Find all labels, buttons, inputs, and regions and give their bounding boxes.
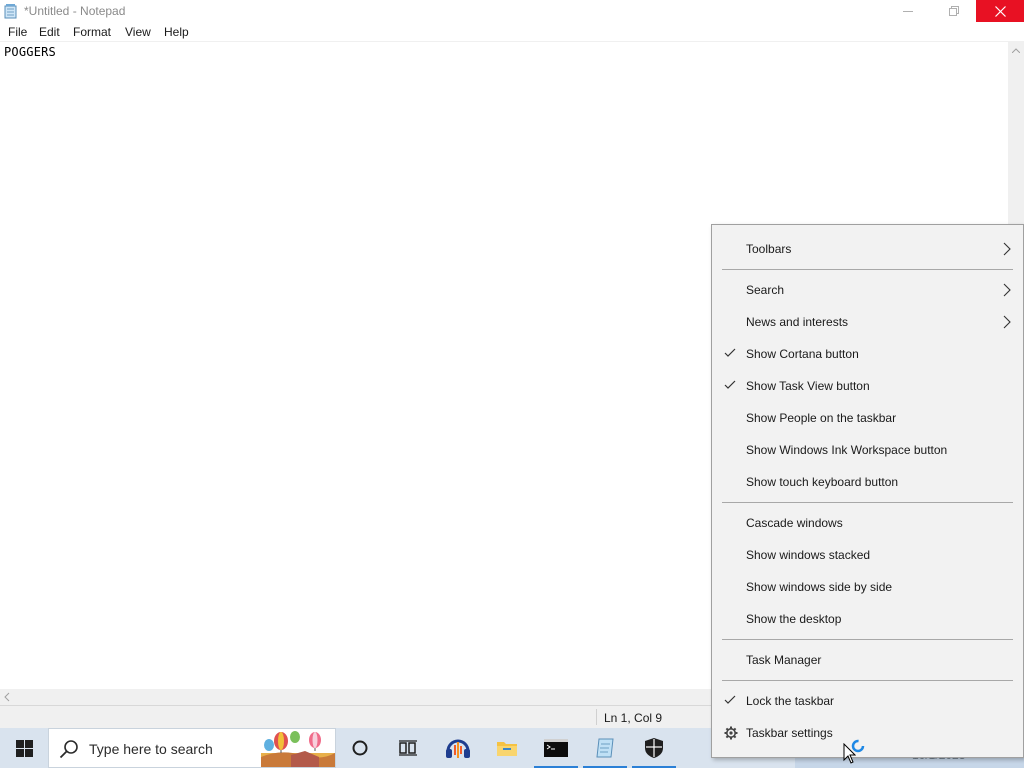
menu-item-show-touch-keyboard[interactable]: Show touch keyboard button — [712, 466, 1023, 498]
menu-format[interactable]: Format — [73, 25, 111, 39]
menu-separator — [722, 502, 1013, 503]
menu-item-taskbar-settings[interactable]: Taskbar settings — [712, 717, 1023, 749]
checkmark-icon — [724, 695, 736, 704]
menu-item-label: Taskbar settings — [746, 726, 833, 740]
checkmark-icon — [724, 348, 736, 357]
menu-item-label: Show Windows Ink Workspace button — [746, 443, 948, 457]
minimize-button[interactable] — [885, 0, 931, 22]
chevron-right-icon — [1003, 283, 1011, 297]
task-view-icon — [399, 740, 417, 756]
menu-edit[interactable]: Edit — [39, 25, 60, 39]
security-icon — [645, 738, 663, 758]
menu-separator — [722, 639, 1013, 640]
menu-item-show-windows-side-by-side[interactable]: Show windows side by side — [712, 571, 1023, 603]
file-explorer-icon — [497, 742, 517, 756]
file-explorer-button[interactable] — [483, 728, 531, 768]
start-button[interactable] — [0, 728, 48, 768]
restore-icon — [949, 6, 959, 16]
gear-icon — [724, 726, 738, 740]
menu-item-label: Show touch keyboard button — [746, 475, 899, 489]
windows-logo-icon — [15, 739, 33, 757]
hot-air-balloons-icon — [261, 731, 335, 767]
terminal-icon — [544, 739, 568, 757]
menu-item-label: Cascade windows — [746, 516, 843, 530]
menu-view[interactable]: View — [125, 25, 151, 39]
scroll-up-icon[interactable] — [1012, 48, 1020, 53]
search-box[interactable]: Type here to search — [48, 728, 336, 768]
menu-item-label: Lock the taskbar — [746, 694, 835, 708]
menu-item-label: Task Manager — [746, 653, 822, 667]
menu-item-show-desktop[interactable]: Show the desktop — [712, 603, 1023, 635]
notepad-icon — [596, 738, 614, 758]
menu-item-show-people[interactable]: Show People on the taskbar — [712, 402, 1023, 434]
menu-help[interactable]: Help — [164, 25, 189, 39]
task-view-button[interactable] — [384, 728, 432, 768]
menu-item-show-windows-stacked[interactable]: Show windows stacked — [712, 539, 1023, 571]
checkmark-icon — [724, 380, 736, 389]
audacity-button[interactable] — [434, 728, 482, 768]
menu-item-show-task-view-button[interactable]: Show Task View button — [712, 370, 1023, 402]
scroll-left-icon[interactable] — [4, 692, 10, 702]
menu-separator — [722, 269, 1013, 270]
taskbar-context-menu: Toolbars Search News and interests Show … — [711, 224, 1024, 758]
cortana-button[interactable] — [336, 728, 384, 768]
audacity-icon — [446, 739, 470, 758]
menu-item-label: Show windows stacked — [746, 548, 871, 562]
menu-item-label: Toolbars — [746, 242, 792, 256]
close-button[interactable] — [976, 0, 1024, 22]
status-divider — [596, 709, 597, 725]
menu-item-label: Search — [746, 283, 785, 297]
menu-item-label: Show Cortana button — [746, 347, 859, 361]
menu-item-cascade-windows[interactable]: Cascade windows — [712, 507, 1023, 539]
menu-item-label: Show People on the taskbar — [746, 411, 897, 425]
menu-item-lock-taskbar[interactable]: Lock the taskbar — [712, 685, 1023, 717]
minimize-icon — [903, 11, 913, 12]
title-bar[interactable]: *Untitled - Notepad — [0, 0, 1024, 23]
close-icon — [994, 5, 1006, 17]
menu-separator — [722, 680, 1013, 681]
cursor-position: Ln 1, Col 9 — [604, 711, 663, 725]
menu-item-label: Show Task View button — [746, 379, 870, 393]
menu-item-label: Show windows side by side — [746, 580, 893, 594]
menu-item-show-cortana-button[interactable]: Show Cortana button — [712, 338, 1023, 370]
window-title: *Untitled - Notepad — [24, 4, 126, 18]
menu-file[interactable]: File — [8, 25, 27, 39]
menu-item-news-and-interests[interactable]: News and interests — [712, 306, 1023, 338]
menu-bar: File Edit Format View Help — [0, 23, 1024, 42]
menu-item-label: Show the desktop — [746, 612, 842, 626]
menu-item-task-manager[interactable]: Task Manager — [712, 644, 1023, 676]
mouse-pointer-icon — [843, 743, 856, 764]
notepad-app-icon — [4, 4, 17, 19]
windows-security-button[interactable] — [630, 728, 678, 768]
chevron-right-icon — [1003, 315, 1011, 329]
menu-item-toolbars[interactable]: Toolbars — [712, 233, 1023, 265]
menu-item-show-windows-ink[interactable]: Show Windows Ink Workspace button — [712, 434, 1023, 466]
menu-item-label: News and interests — [746, 315, 849, 329]
search-icon — [59, 740, 78, 759]
editor-content: POGGERS — [4, 45, 56, 59]
notepad-taskbar-button[interactable] — [581, 728, 629, 768]
search-placeholder: Type here to search — [89, 741, 213, 757]
terminal-button[interactable] — [532, 728, 580, 768]
restore-button[interactable] — [931, 0, 977, 22]
menu-item-search[interactable]: Search — [712, 274, 1023, 306]
cortana-icon — [352, 740, 368, 756]
chevron-right-icon — [1003, 242, 1011, 256]
